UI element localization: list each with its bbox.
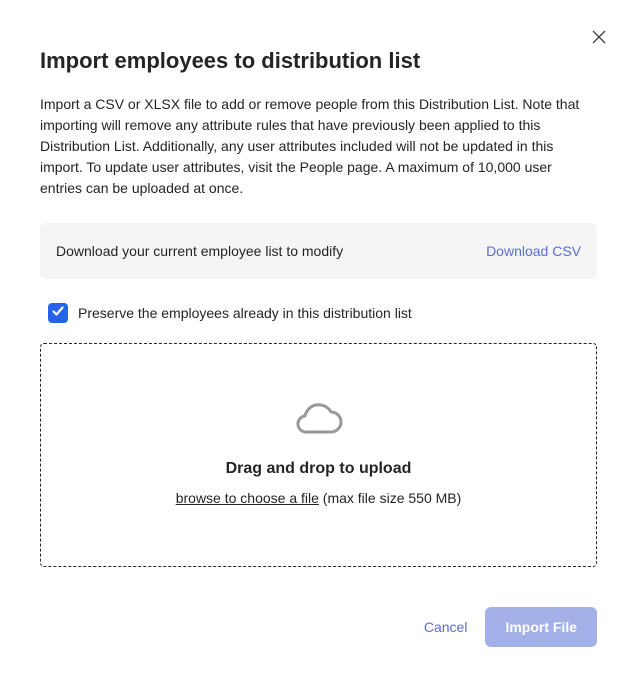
cancel-button[interactable]: Cancel xyxy=(424,619,468,635)
close-button[interactable] xyxy=(589,28,609,48)
preserve-checkbox-label: Preserve the employees already in this d… xyxy=(78,305,412,321)
download-csv-link[interactable]: Download CSV xyxy=(486,243,581,259)
cloud-icon xyxy=(295,400,343,440)
download-box: Download your current employee list to m… xyxy=(40,223,597,279)
dialog-footer: Cancel Import File xyxy=(40,607,597,647)
import-dialog: Import employees to distribution list Im… xyxy=(0,0,637,687)
dialog-title: Import employees to distribution list xyxy=(40,48,597,74)
checkmark-icon xyxy=(51,304,65,323)
dropzone-title: Drag and drop to upload xyxy=(226,460,412,478)
browse-file-link[interactable]: browse to choose a file xyxy=(176,490,319,506)
download-text: Download your current employee list to m… xyxy=(56,243,343,259)
dialog-description: Import a CSV or XLSX file to add or remo… xyxy=(40,94,597,199)
max-size-label: (max file size 550 MB) xyxy=(319,490,461,506)
dropzone-subtitle: browse to choose a file (max file size 5… xyxy=(176,490,462,506)
file-dropzone[interactable]: Drag and drop to upload browse to choose… xyxy=(40,343,597,567)
preserve-checkbox-row: Preserve the employees already in this d… xyxy=(40,303,597,323)
import-file-button[interactable]: Import File xyxy=(485,607,597,647)
preserve-checkbox[interactable] xyxy=(48,303,68,323)
close-icon xyxy=(591,29,607,48)
